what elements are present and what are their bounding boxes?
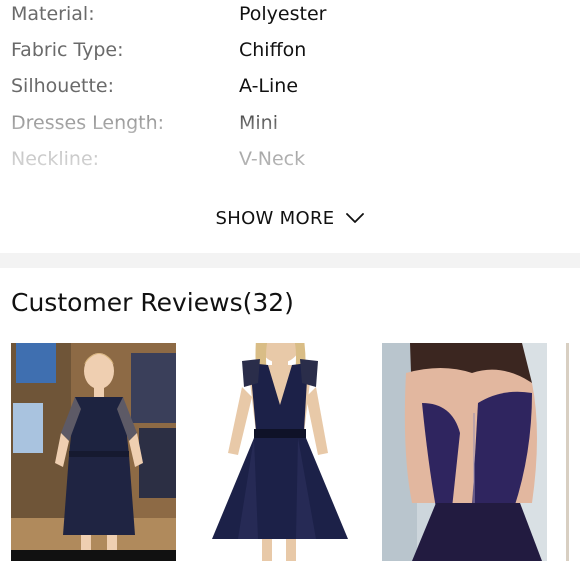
review-photo[interactable] xyxy=(566,343,580,561)
product-detail-page: Material: Polyester Fabric Type: Chiffon… xyxy=(0,0,580,580)
review-photo[interactable] xyxy=(11,343,176,561)
review-photo[interactable] xyxy=(198,343,353,561)
spec-row-fabric-type: Fabric Type: Chiffon xyxy=(0,36,580,72)
chevron-down-icon xyxy=(346,213,365,223)
review-photo[interactable] xyxy=(382,343,547,561)
spec-label: Dresses Length: xyxy=(11,112,165,134)
spec-label: Silhouette: xyxy=(11,75,115,97)
section-separator xyxy=(0,253,580,268)
spec-value: Chiffon xyxy=(239,39,307,61)
spec-label: Neckline: xyxy=(11,148,100,170)
review-photo-image xyxy=(11,343,176,561)
reviews-title: Customer Reviews(32) xyxy=(11,288,294,317)
spec-row-dresses-length: Dresses Length: Mini xyxy=(0,109,580,145)
show-more-label: SHOW MORE xyxy=(215,207,335,229)
spec-label: Fabric Type: xyxy=(11,39,124,61)
spec-label: Material: xyxy=(11,3,95,25)
spec-row-silhouette: Silhouette: A-Line xyxy=(0,72,580,108)
review-photo-image xyxy=(382,343,547,561)
spec-value: A-Line xyxy=(239,75,299,97)
spec-value: Polyester xyxy=(239,3,327,25)
spec-value: Mini xyxy=(239,112,278,134)
spec-value: V-Neck xyxy=(239,148,306,170)
review-photo-image xyxy=(566,343,580,561)
product-specs: Material: Polyester Fabric Type: Chiffon… xyxy=(0,0,580,252)
review-photo-image xyxy=(198,343,353,561)
show-more-button[interactable]: SHOW MORE xyxy=(200,200,380,236)
spec-row-neckline: Neckline: V-Neck xyxy=(0,145,580,181)
spec-row-material: Material: Polyester xyxy=(0,0,580,36)
